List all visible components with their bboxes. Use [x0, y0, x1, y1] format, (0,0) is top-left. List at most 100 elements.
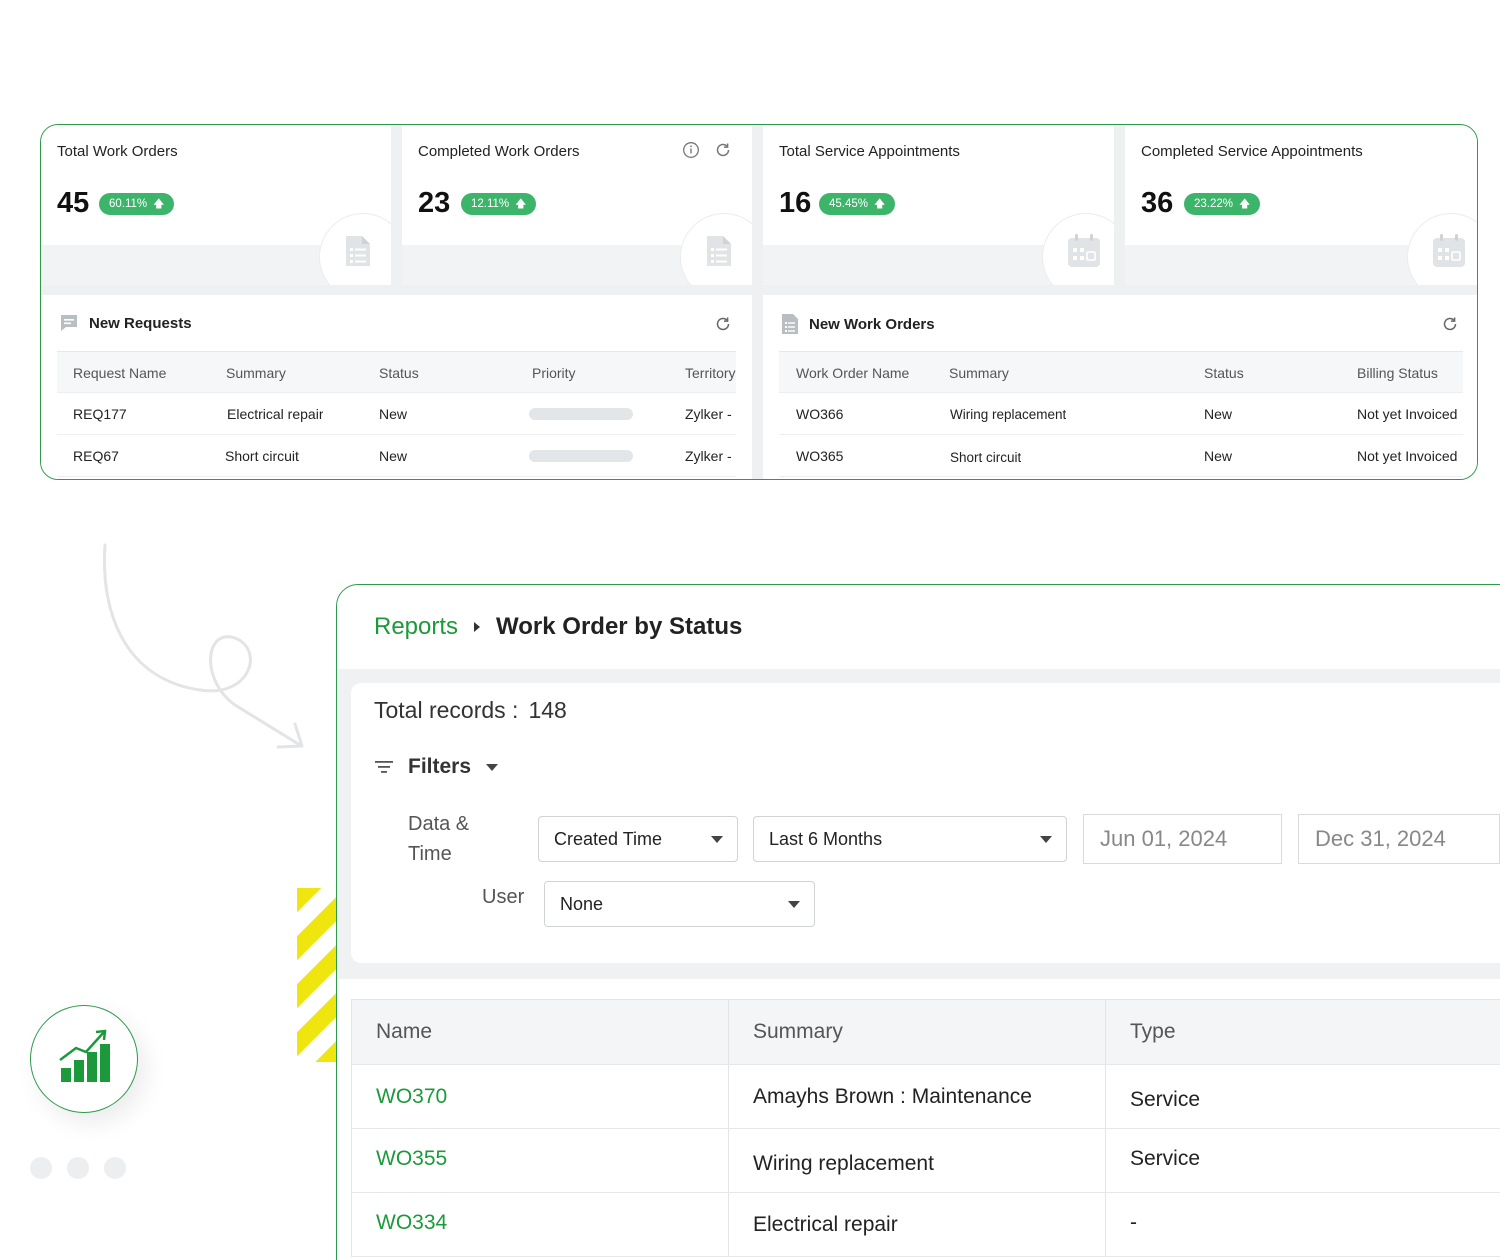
kpi-icon-circle	[680, 213, 752, 285]
kpi-icon-circle	[1042, 213, 1114, 285]
table-row[interactable]: WO334 Electrical repair -	[351, 1193, 1500, 1257]
work-order-link[interactable]: WO370	[376, 1085, 447, 1109]
date-time-label-line1: Data &	[408, 813, 470, 835]
calendar-icon	[1433, 234, 1465, 267]
table-row[interactable]: WO355 Wiring replacement Service	[351, 1129, 1500, 1193]
table-row[interactable]: WO366 Wiring replacement New Not yet Inv…	[779, 393, 1463, 435]
user-select[interactable]: None	[544, 881, 815, 927]
pagination-dot[interactable]	[104, 1157, 126, 1179]
request-summary: Electrical repair	[227, 406, 324, 422]
column-header-type[interactable]: Type	[1105, 1000, 1500, 1064]
filter-icon	[375, 761, 393, 773]
work-order-status: New	[1204, 406, 1233, 422]
work-order-summary: Short circuit	[950, 450, 1022, 465]
date-range-select[interactable]: Last 6 Months	[753, 816, 1067, 862]
column-header[interactable]: Summary	[949, 365, 1009, 381]
dashboard-card: Total Work Orders 45 60.11% 🡅 Completed W…	[40, 124, 1478, 480]
panel-title: New Requests	[89, 314, 192, 332]
table-cell: Service	[1105, 1129, 1500, 1192]
kpi-value: 45	[57, 187, 90, 219]
row-type: -	[1130, 1211, 1137, 1234]
chevron-right-icon	[474, 622, 481, 632]
date-to-input[interactable]: Dec 31, 2024	[1298, 814, 1500, 864]
refresh-icon[interactable]	[714, 315, 732, 333]
kpi-change-badge: 23.22% 🡅	[1184, 193, 1261, 215]
kpi-total-service-appointments[interactable]: Total Service Appointments 16 45.45% 🡅	[763, 125, 1114, 285]
table-cell: WO355	[351, 1129, 729, 1192]
kpi-tools	[682, 141, 732, 159]
work-order-link[interactable]: WO334	[376, 1211, 447, 1235]
total-records-label: Total records :	[374, 697, 519, 723]
total-records-value: 148	[528, 697, 567, 723]
column-header-label: Type	[1130, 1020, 1176, 1043]
filters-toggle[interactable]: Filters	[374, 755, 499, 779]
column-header[interactable]: Summary	[226, 365, 286, 381]
kpi-icon-circle	[1407, 213, 1477, 285]
column-header[interactable]: Work Order Name	[796, 365, 909, 381]
date-field-value: Created Time	[554, 829, 663, 849]
kpi-change: 60.11%	[109, 198, 148, 210]
kpi-title: Completed Service Appointments	[1141, 143, 1363, 160]
arrow-up-icon: 🡅	[515, 198, 527, 210]
column-header[interactable]: Territory	[685, 365, 737, 381]
kpi-value: 36	[1141, 187, 1174, 219]
table-row[interactable]: REQ67 Short circuit New Zylker -	[57, 435, 736, 477]
work-order-summary: Wiring replacement	[950, 407, 1067, 422]
kpi-completed-service-appointments[interactable]: Completed Service Appointments 36 23.22%…	[1125, 125, 1477, 285]
document-icon	[707, 236, 731, 266]
row-type: Service	[1130, 1147, 1201, 1170]
request-name[interactable]: REQ177	[73, 406, 127, 422]
column-header[interactable]: Request Name	[73, 365, 166, 381]
kpi-change-badge: 12.11% 🡅	[461, 193, 537, 215]
request-name[interactable]: REQ67	[73, 448, 119, 464]
user-label: User	[482, 886, 525, 908]
column-header-name[interactable]: Name	[351, 1000, 729, 1064]
table-row[interactable]: REQ177 Electrical repair New Zylker -	[57, 393, 736, 435]
refresh-icon[interactable]	[1441, 315, 1459, 333]
kpi-change: 23.22%	[1194, 198, 1234, 210]
kpi-total-work-orders[interactable]: Total Work Orders 45 60.11% 🡅	[41, 125, 391, 285]
date-field-select[interactable]: Created Time	[538, 816, 738, 862]
filters-label: Filters	[408, 755, 472, 778]
growth-badge	[30, 1005, 138, 1113]
pagination-dot[interactable]	[30, 1157, 52, 1179]
column-header[interactable]: Priority	[532, 365, 576, 381]
work-order-status: New	[1204, 448, 1233, 464]
refresh-icon[interactable]	[714, 141, 732, 159]
row-type: Service	[1130, 1088, 1201, 1111]
new-requests-panel: New Requests Request Name Summary Status…	[41, 295, 752, 479]
caret-down-icon	[711, 836, 723, 843]
panel-header: New Work Orders	[781, 313, 935, 335]
column-header[interactable]: Billing Status	[1357, 365, 1438, 381]
kpi-completed-work-orders[interactable]: Completed Work Orders 23 12.11% 🡅	[402, 125, 752, 285]
info-icon[interactable]	[682, 141, 700, 159]
column-header-summary[interactable]: Summary	[728, 1000, 1106, 1064]
kpi-change-badge: 60.11% 🡅	[99, 193, 175, 215]
column-header[interactable]: Status	[1204, 365, 1244, 381]
work-order-link[interactable]: WO355	[376, 1147, 447, 1171]
column-header[interactable]: Status	[379, 365, 419, 381]
request-summary: Short circuit	[225, 448, 299, 464]
table-row[interactable]: WO370 Amayhs Brown : Maintenance Service	[351, 1065, 1500, 1129]
document-icon	[782, 314, 798, 334]
kpi-title: Total Work Orders	[57, 143, 178, 160]
pagination-dot[interactable]	[67, 1157, 89, 1179]
table-header-row: Name Summary Type	[351, 999, 1500, 1065]
date-time-label: Data & Time	[408, 809, 469, 869]
requests-table: Request Name Summary Status Priority Ter…	[57, 351, 736, 477]
work-order-name[interactable]: WO366	[796, 406, 843, 422]
kpi-title: Total Service Appointments	[779, 143, 960, 160]
date-from-input[interactable]: Jun 01, 2024	[1083, 814, 1282, 864]
table-cell: WO334	[351, 1193, 729, 1256]
table-row[interactable]: WO365 Short circuit New Not yet Invoiced	[779, 435, 1463, 477]
table-cell: -	[1105, 1193, 1500, 1256]
caret-down-icon	[486, 764, 499, 771]
priority-placeholder	[529, 450, 633, 462]
curved-arrow-decoration	[102, 543, 304, 749]
row-summary: Amayhs Brown : Maintenance	[753, 1085, 1032, 1108]
work-order-name[interactable]: WO365	[796, 448, 843, 464]
arrow-up-icon: 🡅	[874, 198, 886, 210]
total-records: Total records : 148	[374, 697, 567, 724]
report-panel: Reports Work Order by Status Total recor…	[336, 584, 1500, 1260]
breadcrumb-reports-link[interactable]: Reports	[374, 613, 458, 641]
